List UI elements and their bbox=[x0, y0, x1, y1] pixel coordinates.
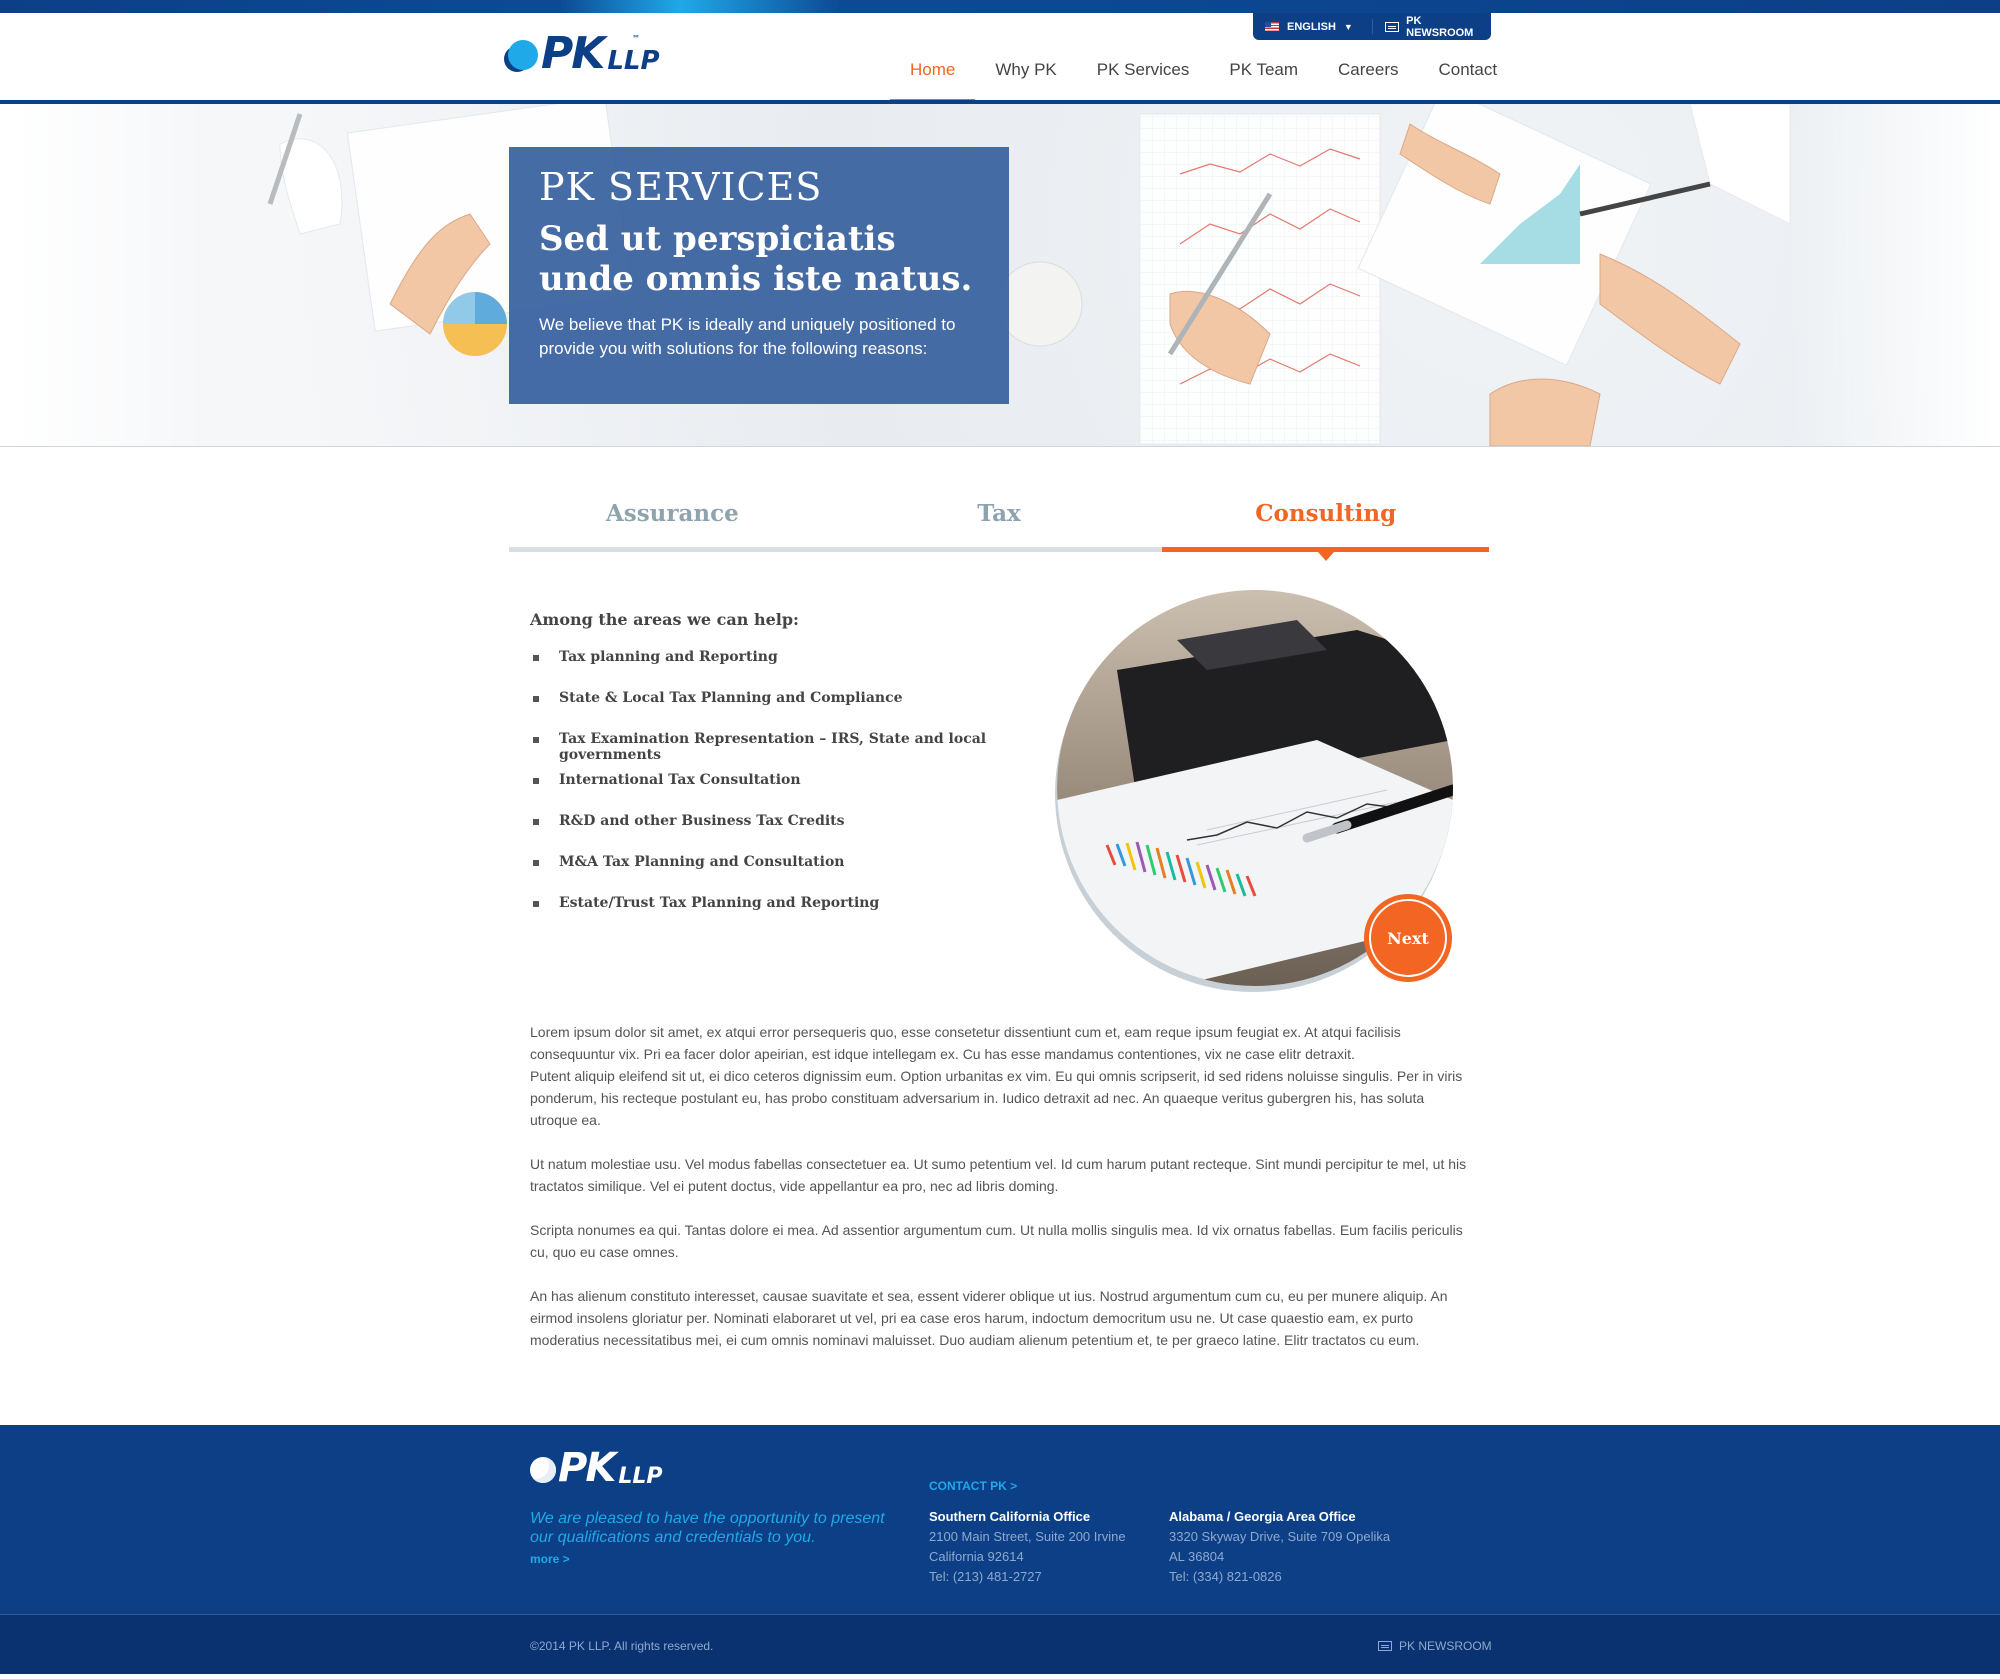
body-paragraph: An has alienum constituto interesset, ca… bbox=[530, 1288, 1448, 1348]
footer-newsroom-label: PK NEWSROOM bbox=[1399, 1639, 1492, 1653]
service-tabs: Assurance Tax Consulting bbox=[509, 492, 1490, 561]
copyright: ©2014 PK LLP. All rights reserved. bbox=[530, 1639, 714, 1653]
body-text: Lorem ipsum dolor sit amet, ex atqui err… bbox=[530, 1021, 1470, 1373]
logo-suffix: LLP bbox=[607, 46, 660, 76]
list-item: R&D and other Business Tax Credits bbox=[530, 813, 1050, 854]
nav-pk-team[interactable]: PK Team bbox=[1209, 58, 1318, 102]
square-bullet-icon bbox=[533, 860, 539, 866]
utility-bar: ENGLISH ▼ PK NEWSROOM bbox=[1253, 13, 1491, 40]
square-bullet-icon bbox=[533, 655, 539, 661]
square-bullet-icon bbox=[533, 737, 539, 743]
list-item-label: Tax Examination Representation – IRS, St… bbox=[559, 731, 987, 763]
tab-consulting[interactable]: Consulting bbox=[1162, 492, 1490, 561]
logo-dot-icon bbox=[508, 40, 538, 70]
hero-eyebrow: PK SERVICES bbox=[539, 165, 823, 209]
office-southern-california: Southern California Office 2100 Main Str… bbox=[929, 1507, 1126, 1587]
top-accent-bar bbox=[0, 0, 2000, 13]
contact-pk-link[interactable]: CONTACT PK > bbox=[929, 1479, 1017, 1493]
newspaper-icon bbox=[1385, 21, 1400, 32]
square-bullet-icon bbox=[533, 819, 539, 825]
nav-contact[interactable]: Contact bbox=[1419, 58, 1518, 102]
footer-tagline: We are pleased to have the opportunity t… bbox=[530, 1510, 885, 1546]
language-selector[interactable]: ENGLISH ▼ bbox=[1253, 19, 1374, 34]
logo-mark: PK bbox=[541, 28, 605, 79]
nav-careers[interactable]: Careers bbox=[1318, 58, 1418, 102]
main-nav: Home Why PK PK Services PK Team Careers … bbox=[890, 58, 1517, 104]
footer-logo-suffix: LLP bbox=[618, 1464, 663, 1489]
list-item-label: Estate/Trust Tax Planning and Reporting bbox=[559, 895, 880, 911]
hero-textbox: PK SERVICES Sed ut perspiciatis unde omn… bbox=[509, 147, 1009, 404]
tab-tax[interactable]: Tax bbox=[835, 492, 1163, 552]
tab-assurance[interactable]: Assurance bbox=[509, 492, 836, 552]
office-address-line: California 92614 bbox=[929, 1549, 1024, 1564]
newspaper-icon bbox=[1378, 1641, 1392, 1651]
office-address-line: 3320 Skyway Drive, Suite 709 Opelika bbox=[1169, 1529, 1391, 1544]
chevron-down-icon: ▼ bbox=[1343, 21, 1353, 32]
body-paragraph: Lorem ipsum dolor sit amet, ex atqui err… bbox=[530, 1024, 1463, 1128]
office-address-line: AL 36804 bbox=[1169, 1549, 1225, 1564]
square-bullet-icon bbox=[533, 901, 539, 907]
square-bullet-icon bbox=[533, 696, 539, 702]
square-bullet-icon bbox=[533, 778, 539, 784]
list-item-label: State & Local Tax Planning and Complianc… bbox=[559, 690, 903, 706]
body-paragraph: Ut natum molestiae usu. Vel modus fabell… bbox=[530, 1156, 1467, 1194]
nav-pk-services[interactable]: PK Services bbox=[1077, 58, 1210, 102]
hero-fade-right bbox=[1780, 104, 2000, 446]
bottom-bar bbox=[0, 1614, 2000, 1674]
list-item-label: M&A Tax Planning and Consultation bbox=[559, 854, 845, 870]
hero-fade-left bbox=[0, 104, 220, 446]
more-link[interactable]: more > bbox=[530, 1552, 570, 1566]
next-button-label: Next bbox=[1387, 928, 1429, 948]
footer-logo-mark: PK bbox=[558, 1445, 616, 1491]
areas-heading: Among the areas we can help: bbox=[530, 610, 799, 629]
body-paragraph: Scripta nonumes ea qui. Tantas dolore ei… bbox=[530, 1222, 1463, 1260]
office-phone: Tel: (334) 821-0826 bbox=[1169, 1569, 1282, 1584]
footer-newsroom-link[interactable]: PK NEWSROOM bbox=[1378, 1639, 1492, 1653]
logo-trademark: ™ bbox=[632, 34, 640, 43]
language-label: ENGLISH bbox=[1287, 20, 1336, 33]
list-item: Tax planning and Reporting bbox=[530, 649, 1050, 690]
areas-list: Tax planning and Reporting State & Local… bbox=[530, 649, 1050, 936]
list-item: State & Local Tax Planning and Complianc… bbox=[530, 690, 1050, 731]
nav-home[interactable]: Home bbox=[890, 58, 976, 103]
office-address-line: 2100 Main Street, Suite 200 Irvine bbox=[929, 1529, 1126, 1544]
list-item: Estate/Trust Tax Planning and Reporting bbox=[530, 895, 1050, 936]
logo-dot-icon bbox=[530, 1457, 556, 1483]
office-phone: Tel: (213) 481-2727 bbox=[929, 1569, 1042, 1584]
office-name: Southern California Office bbox=[929, 1509, 1091, 1524]
nav-why-pk[interactable]: Why PK bbox=[975, 58, 1076, 102]
hero-headline: Sed ut perspiciatis unde omnis iste natu… bbox=[539, 219, 973, 299]
office-name: Alabama / Georgia Area Office bbox=[1169, 1509, 1356, 1524]
newsroom-label: PK NEWSROOM bbox=[1406, 14, 1474, 39]
next-button[interactable]: Next bbox=[1364, 894, 1452, 982]
list-item: M&A Tax Planning and Consultation bbox=[530, 854, 1050, 895]
newsroom-link[interactable]: PK NEWSROOM bbox=[1373, 15, 1491, 39]
header-logo[interactable]: PK LLP ™ bbox=[508, 32, 660, 76]
areas-list-section: Among the areas we can help: Tax plannin… bbox=[530, 610, 1050, 936]
footer-logo[interactable]: PK LLP bbox=[530, 1448, 662, 1488]
list-item: Tax Examination Representation – IRS, St… bbox=[530, 731, 1050, 772]
list-item-label: International Tax Consultation bbox=[559, 772, 801, 788]
office-alabama-georgia: Alabama / Georgia Area Office 3320 Skywa… bbox=[1169, 1507, 1390, 1587]
us-flag-icon bbox=[1265, 22, 1279, 31]
list-item: International Tax Consultation bbox=[530, 772, 1050, 813]
list-item-label: Tax planning and Reporting bbox=[559, 649, 778, 665]
list-item-label: R&D and other Business Tax Credits bbox=[559, 813, 845, 829]
hero-intro: We believe that PK is ideally and unique… bbox=[539, 315, 956, 358]
